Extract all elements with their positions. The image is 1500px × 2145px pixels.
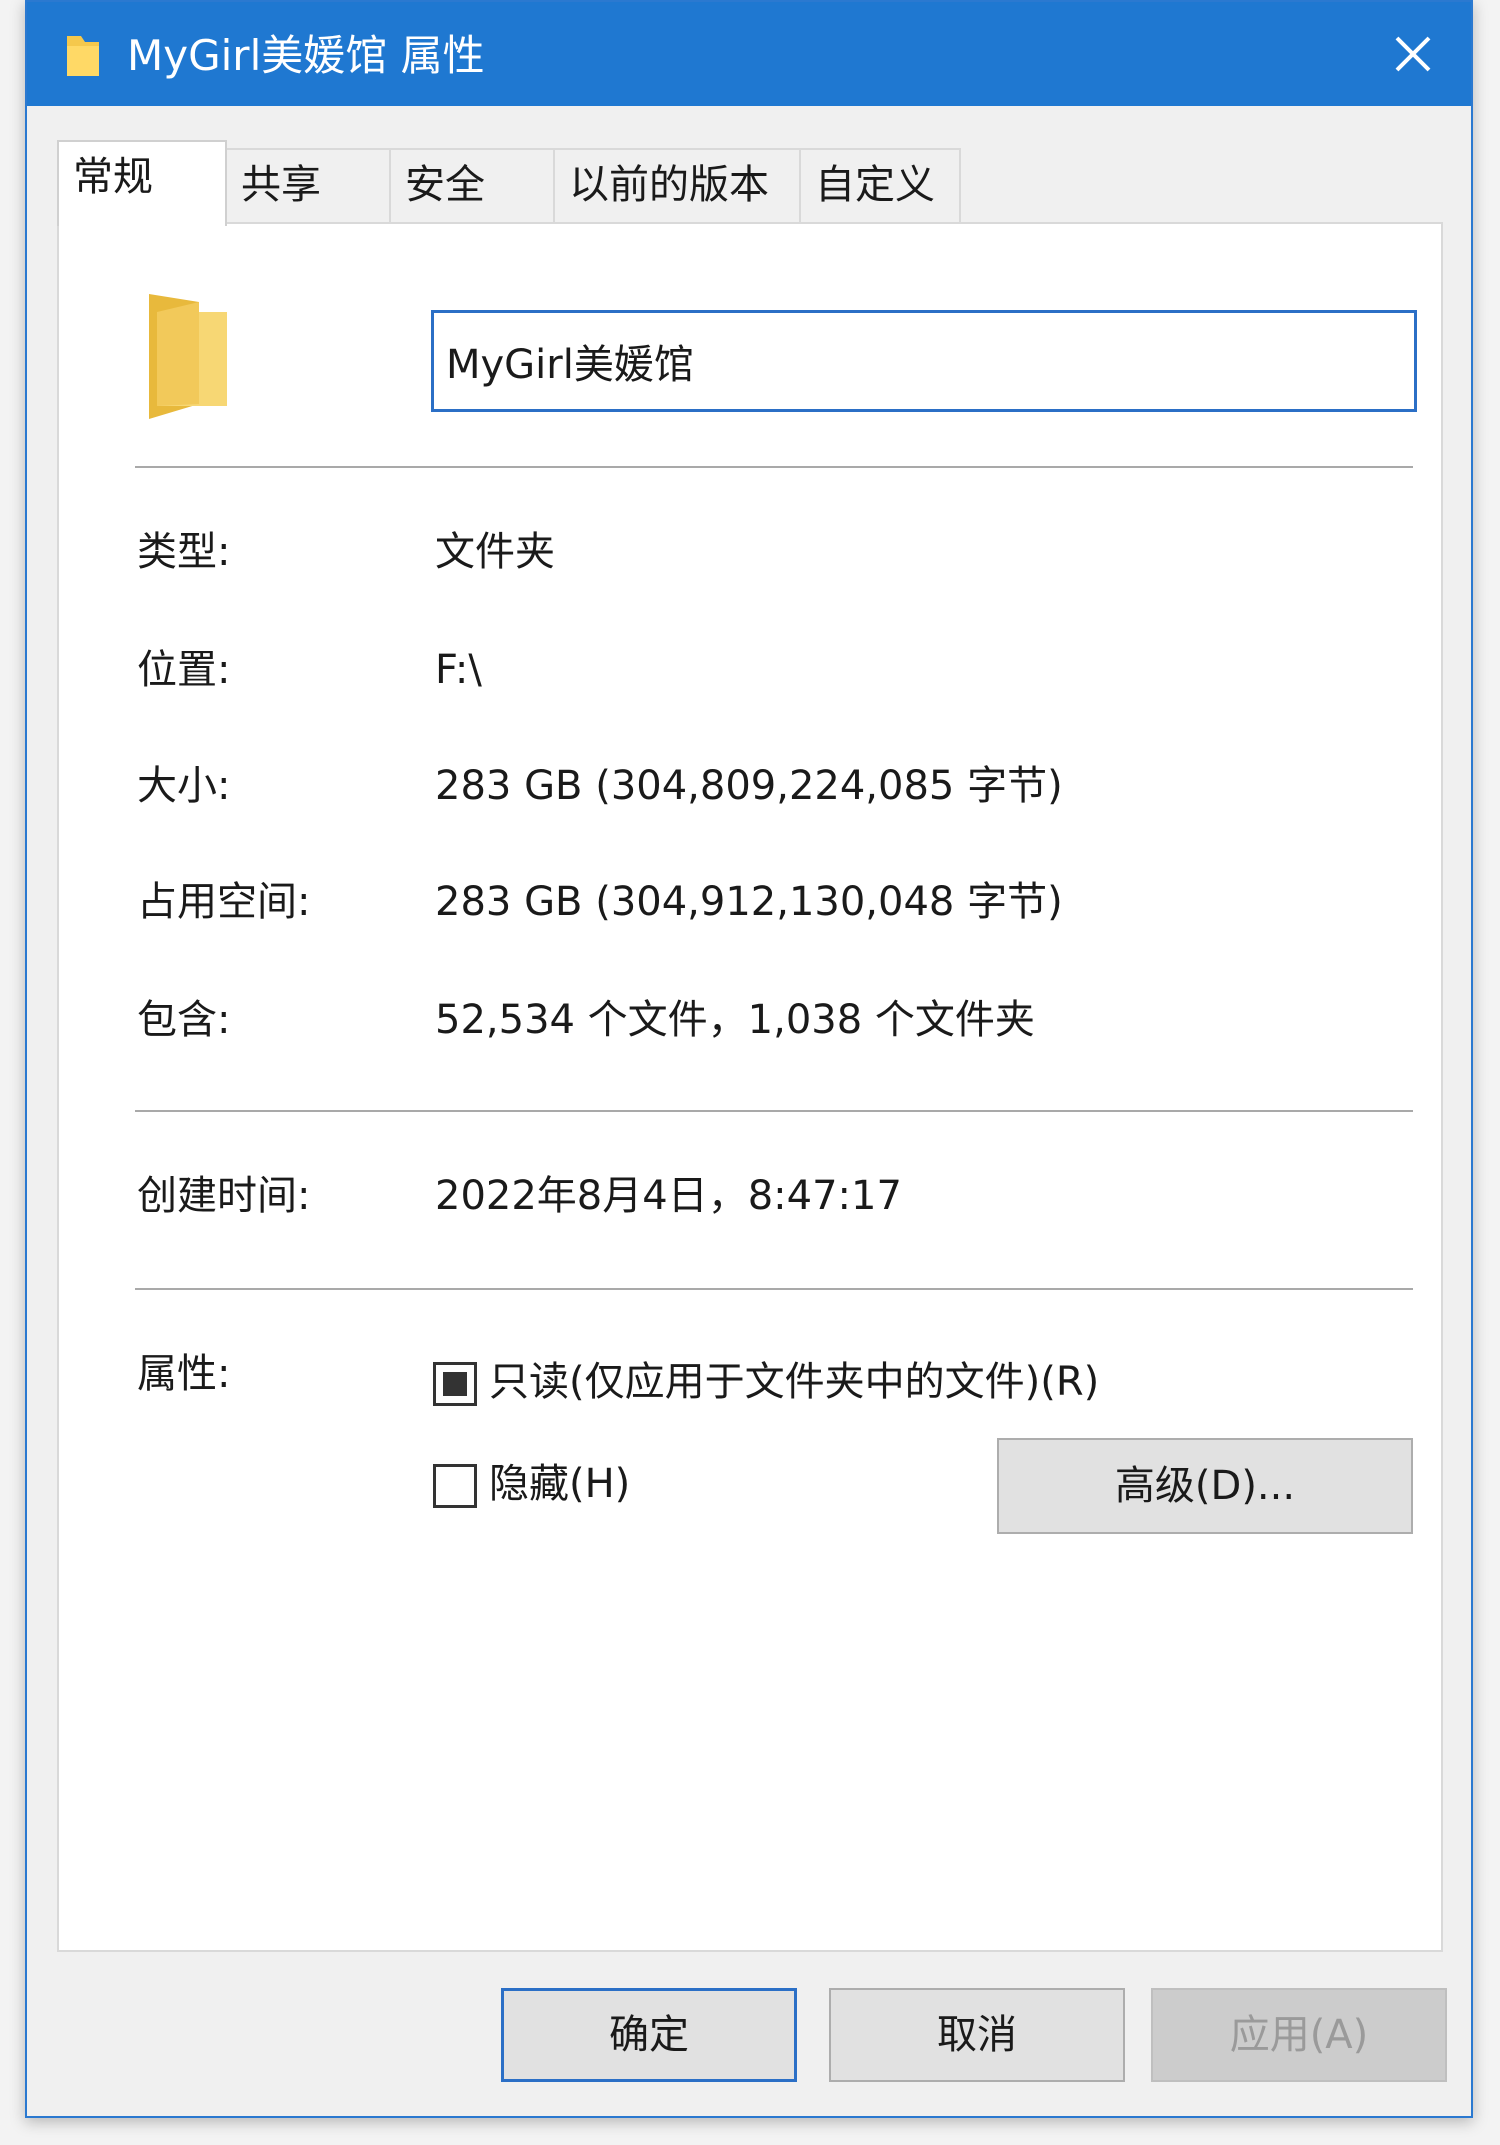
created-label: 创建时间:	[137, 1173, 311, 1219]
type-label: 类型:	[137, 529, 231, 575]
disk-size-value: 283 GB (304,912,130,048 字节)	[435, 879, 1063, 925]
tab-security[interactable]: 安全	[389, 148, 555, 224]
hidden-checkbox[interactable]	[433, 1464, 477, 1508]
divider	[135, 1110, 1413, 1112]
properties-window: MyGirl美媛馆 属性 常规 共享 安全 以前的版本 自定义 类型: 文件夹	[25, 0, 1473, 2118]
contains-value: 52,534 个文件，1,038 个文件夹	[435, 997, 1035, 1043]
attributes-label: 属性:	[137, 1351, 231, 1397]
tab-previous-versions[interactable]: 以前的版本	[553, 148, 801, 224]
created-value: 2022年8月4日，8:47:17	[435, 1173, 902, 1219]
tab-sharing[interactable]: 共享	[225, 148, 391, 224]
cancel-button[interactable]: 取消	[829, 1988, 1125, 2082]
folder-icon	[139, 284, 239, 424]
location-value: F:\	[435, 647, 482, 693]
apply-button[interactable]: 应用(A)	[1151, 1988, 1447, 2082]
title-bar[interactable]: MyGirl美媛馆 属性	[27, 2, 1471, 106]
tab-customize[interactable]: 自定义	[799, 148, 961, 224]
readonly-checkbox-label[interactable]: 只读(仅应用于文件夹中的文件)(R)	[489, 1354, 1099, 1410]
hidden-checkbox-label[interactable]: 隐藏(H)	[489, 1456, 630, 1512]
folder-name-input[interactable]	[431, 310, 1417, 412]
location-label: 位置:	[137, 647, 231, 693]
size-value: 283 GB (304,809,224,085 字节)	[435, 763, 1063, 809]
type-value: 文件夹	[435, 529, 555, 575]
contains-label: 包含:	[137, 997, 231, 1043]
ok-button[interactable]: 确定	[501, 1988, 797, 2082]
divider	[135, 1288, 1413, 1290]
advanced-button[interactable]: 高级(D)...	[997, 1438, 1413, 1534]
folder-icon	[63, 32, 103, 80]
window-title: MyGirl美媛馆 属性	[127, 31, 485, 80]
readonly-checkbox[interactable]	[433, 1362, 477, 1406]
divider	[135, 466, 1413, 468]
tab-general[interactable]: 常规	[57, 140, 227, 226]
size-label: 大小:	[137, 763, 231, 809]
close-icon	[1395, 36, 1431, 72]
close-button[interactable]	[1375, 16, 1451, 92]
disk-size-label: 占用空间:	[137, 879, 311, 925]
general-panel: 类型: 文件夹 位置: F:\ 大小: 283 GB (304,809,224,…	[57, 222, 1443, 1952]
